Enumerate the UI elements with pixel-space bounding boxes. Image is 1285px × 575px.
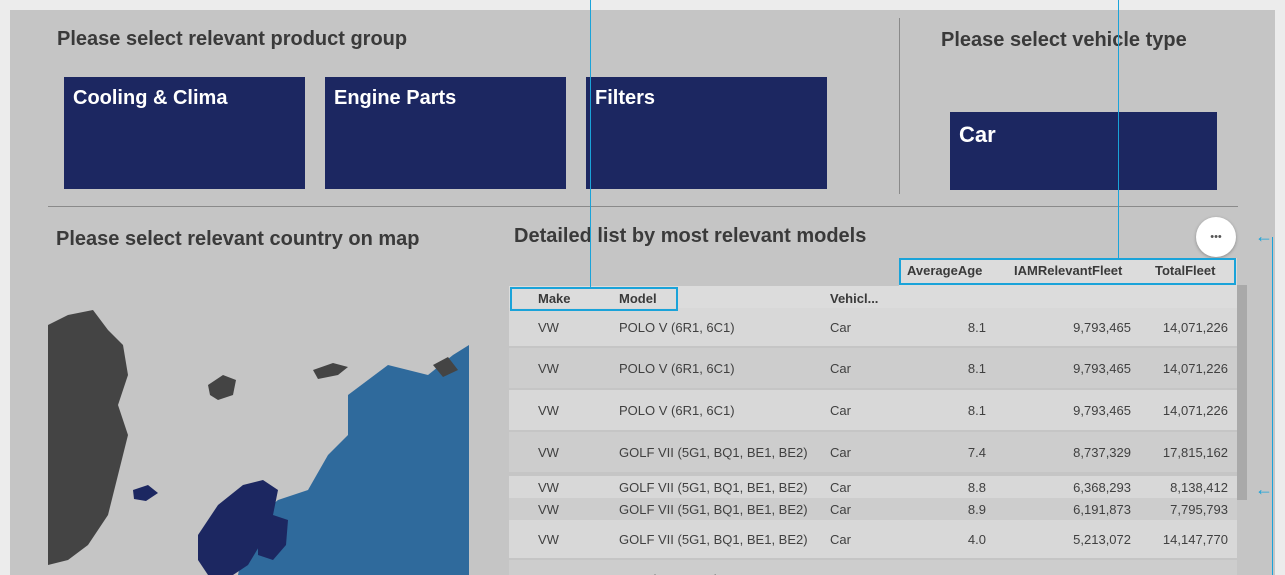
cell-average-age: 8.1 (967, 360, 986, 376)
cell-model: POLO V (6R1, 6C1) (619, 402, 735, 418)
cell-vehicle: Car (830, 572, 880, 575)
tile-car[interactable]: Car (950, 112, 1217, 190)
table-row[interactable]: VW GOLF VII (5G1, BQ1, BE1, BE2) Car 7.4 8,7… (509, 432, 1237, 472)
cell-total-fleet: 17,815,162 (1162, 444, 1228, 460)
table-scrollbar[interactable] (1237, 285, 1247, 500)
cell-model: 208 I (CA_, CC_) (619, 572, 824, 575)
vehicle-type-heading: Please select vehicle type (941, 29, 1187, 51)
arrow-left-icon: ← (1255, 479, 1273, 499)
cell-model: GOLF VII (5G1, BQ1, BE1, BE2) (619, 531, 808, 547)
cell-iam-relevant-fleet: 5,211,199 (989, 572, 1131, 575)
annotation-box-make-model (510, 287, 678, 311)
cell-total-fleet: 14,071,226 (1162, 319, 1228, 335)
table-row[interactable]: VW GOLF VII (5G1, BQ1, BE1, BE2) Car 8.9 6,1… (509, 498, 1237, 520)
more-options-button[interactable]: ••• (1196, 217, 1236, 257)
tile-cooling-clima[interactable]: Cooling & Clima (64, 77, 305, 189)
cell-average-age: 8.1 (967, 402, 986, 418)
more-horizontal-icon: ••• (1210, 231, 1222, 243)
cell-iam-relevant-fleet: 9,793,465 (1073, 402, 1131, 418)
cell-model: GOLF VII (5G1, BQ1, BE1, BE2) (619, 479, 808, 495)
tile-filters[interactable]: Filters (586, 77, 827, 189)
annotation-line-far-right (1272, 237, 1273, 575)
cell-vehicle: Car (830, 531, 851, 547)
cell-model: POLO V (6R1, 6C1) (619, 319, 735, 335)
country-map[interactable] (48, 275, 469, 575)
table-row[interactable]: VW POLO V (6R1, 6C1) Car 8.1 9,793,465 14,071… (509, 308, 1237, 346)
cell-iam-relevant-fleet: 5,213,072 (1073, 531, 1131, 547)
cell-make: VW (538, 360, 559, 376)
country-map-heading: Please select relevant country on map (56, 228, 420, 250)
cell-iam-relevant-fleet: 6,191,873 (1073, 501, 1131, 517)
cell-average-age: 8.8 (967, 479, 986, 495)
section-divider-vertical (899, 18, 900, 194)
cell-vehicle: Car (830, 501, 851, 517)
cell-make: VW (538, 501, 559, 517)
arrow-left-icon: ← (1255, 226, 1273, 246)
cell-iam-relevant-fleet: 9,793,465 (1073, 360, 1131, 376)
cell-average-age: 8.5 (909, 572, 986, 575)
header-vehicle[interactable]: Vehicl... (830, 291, 878, 306)
models-table-heading: Detailed list by most relevant models (514, 225, 867, 247)
cell-make: VW (538, 402, 559, 418)
cell-total-fleet: 14,147,770 (1162, 531, 1228, 547)
tile-engine-parts[interactable]: Engine Parts (325, 77, 566, 189)
annotation-line-left (590, 0, 591, 288)
cell-total-fleet: 14,071,226 (1162, 360, 1228, 376)
cell-vehicle: Car (830, 402, 851, 418)
cell-average-age: 4.0 (967, 531, 986, 547)
section-divider-horizontal (48, 206, 1238, 207)
cell-vehicle: Car (830, 479, 851, 495)
cell-total-fleet: 8,683,330 (1139, 572, 1228, 575)
annotation-line-right (1118, 0, 1119, 258)
table-row[interactable]: VW GOLF VII (5G1, BQ1, BE1, BE2) Car 8.8 6,3… (509, 476, 1237, 498)
cell-total-fleet: 8,138,412 (1170, 479, 1228, 495)
cell-iam-relevant-fleet: 8,737,329 (1073, 444, 1131, 460)
cell-average-age: 8.9 (967, 501, 986, 517)
cell-model: POLO V (6R1, 6C1) (619, 360, 735, 376)
table-row[interactable]: PEUGEOT 208 I (CA_, CC_) Car 8.55,211,199 8,… (509, 560, 1237, 575)
table-row[interactable]: VW GOLF VII (5G1, BQ1, BE1, BE2) Car 4.0 5,2… (509, 520, 1237, 558)
cell-total-fleet: 7,795,793 (1170, 501, 1228, 517)
cell-vehicle: Car (830, 360, 851, 376)
cell-average-age: 7.4 (967, 444, 986, 460)
cell-make: VW (538, 444, 559, 460)
cell-iam-relevant-fleet: 9,793,465 (1073, 319, 1131, 335)
cell-make: PEUGEOT (538, 572, 608, 575)
cell-total-fleet: 14,071,226 (1162, 402, 1228, 418)
table-row[interactable]: VW POLO V (6R1, 6C1) Car 8.1 9,793,465 14,071… (509, 348, 1237, 388)
cell-make: VW (538, 479, 559, 495)
cell-model: GOLF VII (5G1, BQ1, BE1, BE2) (619, 501, 808, 517)
cell-vehicle: Car (830, 444, 851, 460)
cell-model: GOLF VII (5G1, BQ1, BE1, BE2) (619, 444, 808, 460)
annotation-box-measures (899, 258, 1236, 285)
cell-make: VW (538, 319, 559, 335)
cell-make: VW (538, 531, 559, 547)
product-group-heading: Please select relevant product group (57, 28, 408, 50)
cell-average-age: 8.1 (967, 319, 986, 335)
cell-iam-relevant-fleet: 6,368,293 (1073, 479, 1131, 495)
cell-vehicle: Car (830, 319, 851, 335)
table-row[interactable]: VW POLO V (6R1, 6C1) Car 8.1 9,793,465 14,071… (509, 390, 1237, 430)
